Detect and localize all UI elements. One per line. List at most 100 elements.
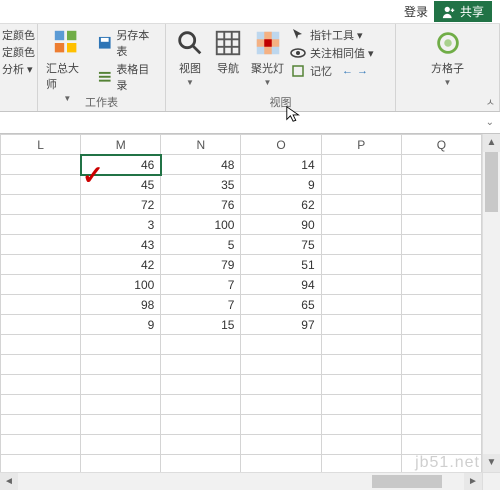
cell-M14[interactable] [81, 415, 161, 435]
cell-O16[interactable] [241, 455, 321, 473]
cell-P13[interactable] [321, 395, 401, 415]
memory-button[interactable]: 记忆 [310, 63, 332, 79]
cell-N15[interactable] [161, 435, 241, 455]
cell-O9[interactable]: 97 [241, 315, 321, 335]
cell-Q4[interactable] [401, 215, 481, 235]
grid-table[interactable]: L M N O P Q 4648144535972766231009043575… [0, 134, 482, 472]
cell-N3[interactable]: 76 [161, 195, 241, 215]
cell-Q2[interactable] [401, 175, 481, 195]
cell-M6[interactable]: 42 [81, 255, 161, 275]
cell-L7[interactable] [1, 275, 81, 295]
cell-L3[interactable] [1, 195, 81, 215]
cell-L5[interactable] [1, 235, 81, 255]
cell-L15[interactable] [1, 435, 81, 455]
cell-M2[interactable]: 45 [81, 175, 161, 195]
cell-N13[interactable] [161, 395, 241, 415]
cell-L10[interactable] [1, 335, 81, 355]
cell-P15[interactable] [321, 435, 401, 455]
fixed-color-1[interactable]: 定颜色 [2, 27, 35, 43]
cell-M15[interactable] [81, 435, 161, 455]
cell-N14[interactable] [161, 415, 241, 435]
cell-O15[interactable] [241, 435, 321, 455]
cell-Q7[interactable] [401, 275, 481, 295]
cell-O7[interactable]: 94 [241, 275, 321, 295]
cell-M16[interactable] [81, 455, 161, 473]
cell-N9[interactable]: 15 [161, 315, 241, 335]
cell-N7[interactable]: 7 [161, 275, 241, 295]
cell-Q12[interactable] [401, 375, 481, 395]
nav-next-button[interactable]: → [357, 65, 368, 77]
cell-O14[interactable] [241, 415, 321, 435]
cell-Q10[interactable] [401, 335, 481, 355]
col-header-Q[interactable]: Q [401, 135, 481, 155]
cell-N10[interactable] [161, 335, 241, 355]
cell-P10[interactable] [321, 335, 401, 355]
cell-Q5[interactable] [401, 235, 481, 255]
cell-M10[interactable] [81, 335, 161, 355]
cell-L14[interactable] [1, 415, 81, 435]
hscroll-thumb[interactable] [372, 475, 442, 488]
cell-L11[interactable] [1, 355, 81, 375]
cell-Q14[interactable] [401, 415, 481, 435]
fixed-color-2[interactable]: 定颜色 [2, 44, 35, 60]
cell-Q6[interactable] [401, 255, 481, 275]
cell-N8[interactable]: 7 [161, 295, 241, 315]
cell-P11[interactable] [321, 355, 401, 375]
cell-Q3[interactable] [401, 195, 481, 215]
vertical-scrollbar[interactable]: ▲ ▼ [482, 134, 500, 472]
collapse-ribbon-button[interactable]: ㅅ [486, 94, 495, 109]
cell-N6[interactable]: 79 [161, 255, 241, 275]
cell-L1[interactable] [1, 155, 81, 175]
scroll-down-icon[interactable]: ▼ [483, 454, 500, 472]
formula-bar[interactable]: ⌄ [0, 112, 500, 134]
cell-Q16[interactable] [401, 455, 481, 473]
share-button[interactable]: 共享 [434, 1, 492, 22]
cell-P2[interactable] [321, 175, 401, 195]
cell-M8[interactable]: 98 [81, 295, 161, 315]
col-header-N[interactable]: N [161, 135, 241, 155]
cell-L6[interactable] [1, 255, 81, 275]
cell-N1[interactable]: 48 [161, 155, 241, 175]
cell-M1[interactable]: 46 [81, 155, 161, 175]
login-link[interactable]: 登录 [404, 3, 428, 20]
cell-P8[interactable] [321, 295, 401, 315]
cell-O5[interactable]: 75 [241, 235, 321, 255]
cell-P4[interactable] [321, 215, 401, 235]
cell-N16[interactable] [161, 455, 241, 473]
cell-M9[interactable]: 9 [81, 315, 161, 335]
spotlight-button[interactable]: 聚光灯 ▼ [249, 26, 286, 89]
cell-Q15[interactable] [401, 435, 481, 455]
cell-O6[interactable]: 51 [241, 255, 321, 275]
cell-Q9[interactable] [401, 315, 481, 335]
scroll-right-icon[interactable]: ► [464, 473, 482, 490]
analysis-dropdown[interactable]: 分析 ▾ [2, 61, 35, 77]
cell-L13[interactable] [1, 395, 81, 415]
table-toc-button[interactable]: 表格目录 [97, 60, 159, 94]
cell-O13[interactable] [241, 395, 321, 415]
vscroll-thumb[interactable] [485, 152, 498, 212]
cell-L4[interactable] [1, 215, 81, 235]
cell-M5[interactable]: 43 [81, 235, 161, 255]
cell-O12[interactable] [241, 375, 321, 395]
scroll-left-icon[interactable]: ◄ [0, 473, 18, 490]
cell-M7[interactable]: 100 [81, 275, 161, 295]
cell-O1[interactable]: 14 [241, 155, 321, 175]
scroll-up-icon[interactable]: ▲ [483, 134, 500, 152]
cell-M4[interactable]: 3 [81, 215, 161, 235]
view-button[interactable]: 视图 ▼ [173, 26, 207, 89]
cell-N5[interactable]: 5 [161, 235, 241, 255]
cell-P14[interactable] [321, 415, 401, 435]
expand-formula-icon[interactable]: ⌄ [486, 117, 494, 128]
cell-L9[interactable] [1, 315, 81, 335]
cell-P3[interactable] [321, 195, 401, 215]
nav-button[interactable]: 导航 [211, 26, 245, 78]
cell-O8[interactable]: 65 [241, 295, 321, 315]
cell-M12[interactable] [81, 375, 161, 395]
cell-O2[interactable]: 9 [241, 175, 321, 195]
cell-M11[interactable] [81, 355, 161, 375]
horizontal-scrollbar[interactable]: ◄ ► [0, 472, 482, 490]
cell-N4[interactable]: 100 [161, 215, 241, 235]
fangge-button[interactable]: 方格子 ▼ [429, 26, 466, 89]
nav-prev-button[interactable]: ← [342, 65, 353, 77]
cell-P16[interactable] [321, 455, 401, 473]
